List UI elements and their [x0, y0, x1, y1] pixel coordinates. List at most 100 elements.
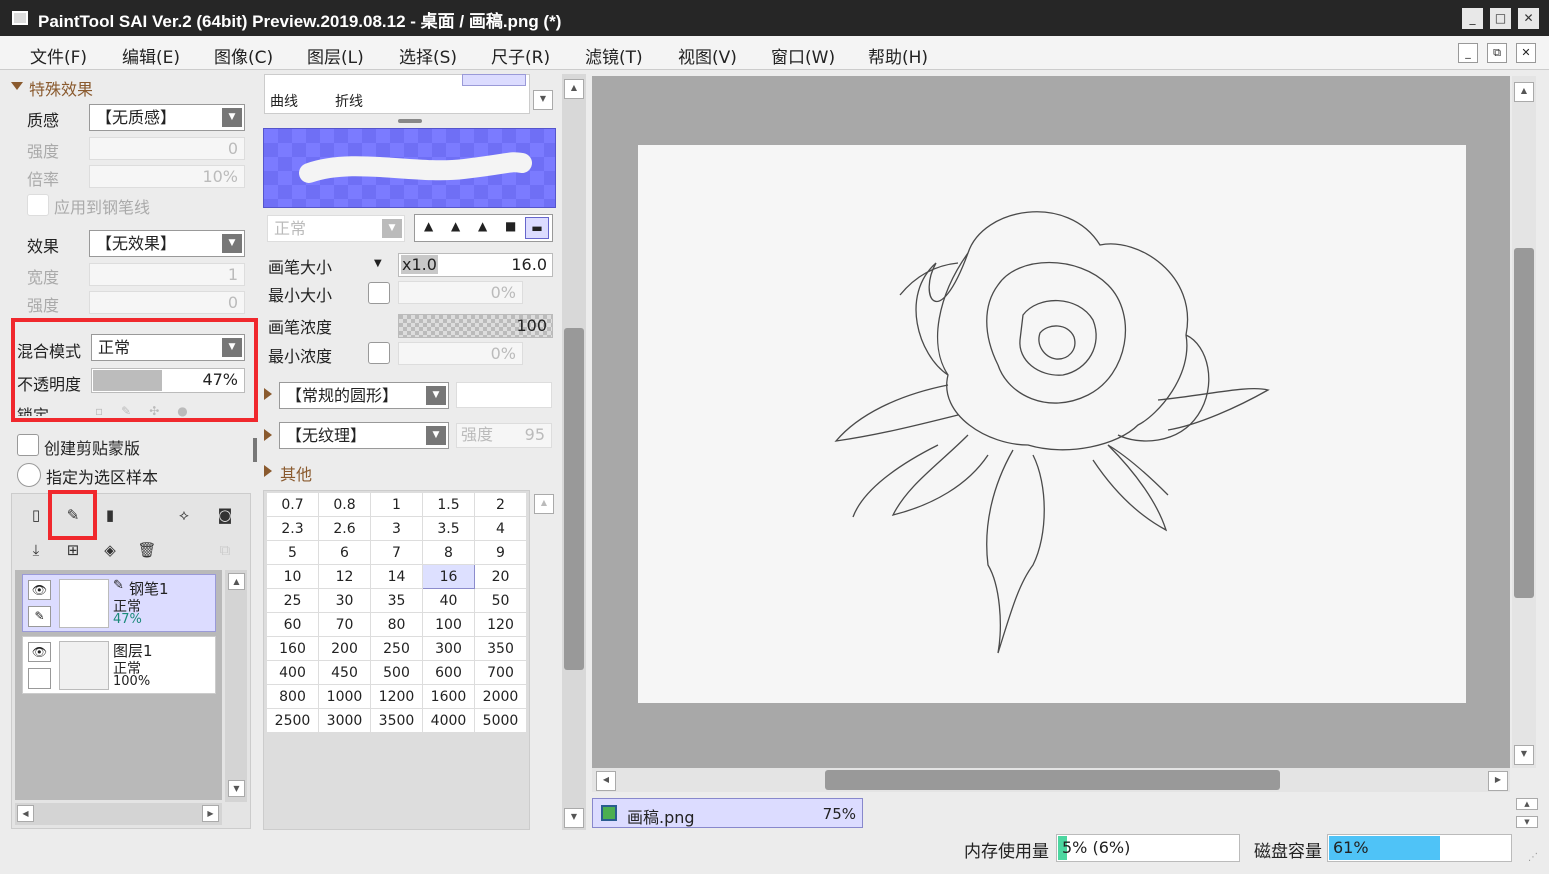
menu-filter[interactable]: 滤镜(T) [585, 43, 643, 68]
menu-edit[interactable]: 编辑(E) [122, 43, 180, 68]
scale-field[interactable]: 10% [89, 165, 245, 188]
splitter-grip[interactable] [398, 119, 422, 123]
size-option[interactable]: 16 [422, 564, 475, 589]
size-option[interactable]: 5000 [474, 708, 527, 733]
expand-arrow-icon[interactable] [264, 429, 272, 441]
menu-file[interactable]: 文件(F) [30, 43, 87, 68]
scroll-right-icon[interactable]: ▶ [202, 805, 219, 822]
mdi-restore-button[interactable]: ⧉ [1487, 43, 1507, 63]
size-option[interactable]: 500 [370, 660, 423, 685]
size-option[interactable]: 60 [266, 612, 319, 637]
menu-help[interactable]: 帮助(H) [868, 43, 928, 68]
size-option[interactable]: 250 [370, 636, 423, 661]
scroll-right-icon[interactable]: ▶ [1488, 771, 1508, 791]
menu-select[interactable]: 选择(S) [399, 43, 457, 68]
size-option[interactable]: 35 [370, 588, 423, 613]
layer-row-layer1[interactable]: 👁 图层1 正常 100% [22, 636, 216, 694]
sample-radio[interactable] [17, 463, 41, 487]
size-option[interactable]: 3000 [318, 708, 371, 733]
size-option[interactable]: 1200 [370, 684, 423, 709]
size-option[interactable]: 120 [474, 612, 527, 637]
size-option[interactable]: 2000 [474, 684, 527, 709]
size-option[interactable]: 0.7 [266, 492, 319, 517]
menu-layer[interactable]: 图层(L) [307, 43, 364, 68]
size-option[interactable]: 30 [318, 588, 371, 613]
size-option[interactable]: 9 [474, 540, 527, 565]
eye-icon[interactable]: 👁 [28, 642, 51, 662]
size-option[interactable]: 4000 [422, 708, 475, 733]
size-option[interactable]: 700 [474, 660, 527, 685]
size-option[interactable]: 1600 [422, 684, 475, 709]
expand-arrow-icon[interactable] [264, 465, 272, 477]
min-size-checkbox[interactable] [368, 282, 390, 304]
scroll-left-icon[interactable]: ◀ [17, 805, 34, 822]
size-option[interactable]: 300 [422, 636, 475, 661]
scroll-down-icon[interactable]: ▼ [1514, 745, 1534, 765]
effect-select[interactable]: 【无效果】 ▼ [89, 230, 245, 257]
layer-hscrollbar[interactable] [15, 803, 222, 825]
size-option[interactable]: 350 [474, 636, 527, 661]
size-option[interactable]: 7 [370, 540, 423, 565]
size-option[interactable]: 2.6 [318, 516, 371, 541]
new-pen-layer-icon[interactable]: ✎ [63, 505, 83, 525]
size-option[interactable]: 70 [318, 612, 371, 637]
canvas-hscroll-thumb[interactable] [825, 770, 1280, 790]
close-button[interactable]: ✕ [1518, 8, 1539, 29]
size-option[interactable]: 3.5 [422, 516, 475, 541]
size-option[interactable]: 20 [474, 564, 527, 589]
size-option[interactable]: 14 [370, 564, 423, 589]
trash-icon[interactable]: 🗑 [137, 540, 157, 560]
size-option[interactable]: 6 [318, 540, 371, 565]
add-layer-icon[interactable]: ⊞ [63, 540, 83, 560]
size-option[interactable]: 25 [266, 588, 319, 613]
size-option[interactable]: 100 [422, 612, 475, 637]
menu-view[interactable]: 视图(V) [678, 43, 737, 68]
brush-mode-select[interactable]: 正常 ▼ [267, 215, 405, 242]
min-density-field[interactable]: 0% [398, 342, 523, 365]
layer-row-pen1[interactable]: 👁 ✎ ✎ 钢笔1 正常 47% [22, 574, 216, 632]
vector-layer-icon[interactable]: ⟡ [174, 505, 194, 525]
menu-ruler[interactable]: 尺子(R) [491, 43, 550, 68]
erase-layer-icon[interactable]: ◈ [100, 540, 120, 560]
size-option[interactable]: 800 [266, 684, 319, 709]
size-option[interactable]: 10 [266, 564, 319, 589]
size-option[interactable]: 450 [318, 660, 371, 685]
mdi-minimize-button[interactable]: _ [1458, 43, 1478, 63]
strength-field[interactable]: 0 [89, 137, 245, 160]
size-option[interactable]: 8 [422, 540, 475, 565]
size-option[interactable]: 160 [266, 636, 319, 661]
tool-selected-cell[interactable] [462, 74, 526, 86]
scroll-thumb[interactable] [564, 328, 584, 670]
brush-texture-select[interactable]: 【无纹理】 ▼ [279, 422, 449, 449]
blend-mode-select[interactable]: 正常 ▼ [91, 334, 245, 361]
texture-strength-field[interactable]: 强度 95 [456, 423, 552, 448]
tool-polyline[interactable]: 折线 [335, 91, 363, 111]
size-option[interactable]: 2.3 [266, 516, 319, 541]
layer-scrollbar[interactable] [225, 570, 247, 802]
texture-select[interactable]: 【无质感】 ▼ [89, 104, 245, 131]
size-grid-scrollbar[interactable] [532, 490, 556, 830]
brush-shape-select[interactable]: 【常规的圆形】 ▼ [279, 382, 449, 409]
document-tab[interactable]: 画稿.png 75% [592, 798, 863, 828]
menu-image[interactable]: 图像(C) [214, 43, 273, 68]
opacity-slider[interactable]: 47% [91, 368, 245, 393]
size-option[interactable]: 3 [370, 516, 423, 541]
width-field[interactable]: 1 [89, 263, 245, 286]
menu-window[interactable]: 窗口(W) [771, 43, 835, 68]
size-multiplier-dropdown-icon[interactable]: ▼ [374, 258, 382, 269]
scroll-up-icon[interactable]: ▲ [564, 79, 584, 99]
size-option[interactable]: 4 [474, 516, 527, 541]
canvas-vscroll-thumb[interactable] [1514, 248, 1534, 598]
size-option[interactable]: 1.5 [422, 492, 475, 517]
size-option[interactable]: 12 [318, 564, 371, 589]
tab-scroll-down-icon[interactable]: ▼ [1516, 816, 1538, 828]
canvas-paper[interactable] [638, 145, 1466, 703]
scroll-up-icon[interactable]: ▲ [1514, 82, 1534, 102]
size-option[interactable]: 2 [474, 492, 527, 517]
scroll-down-icon[interactable]: ▼ [533, 90, 553, 110]
tip-shape-4[interactable]: ■ [505, 219, 516, 233]
brush-shape-param[interactable] [456, 382, 552, 408]
size-option[interactable]: 200 [318, 636, 371, 661]
maximize-button[interactable]: □ [1490, 8, 1511, 29]
size-option[interactable]: 3500 [370, 708, 423, 733]
